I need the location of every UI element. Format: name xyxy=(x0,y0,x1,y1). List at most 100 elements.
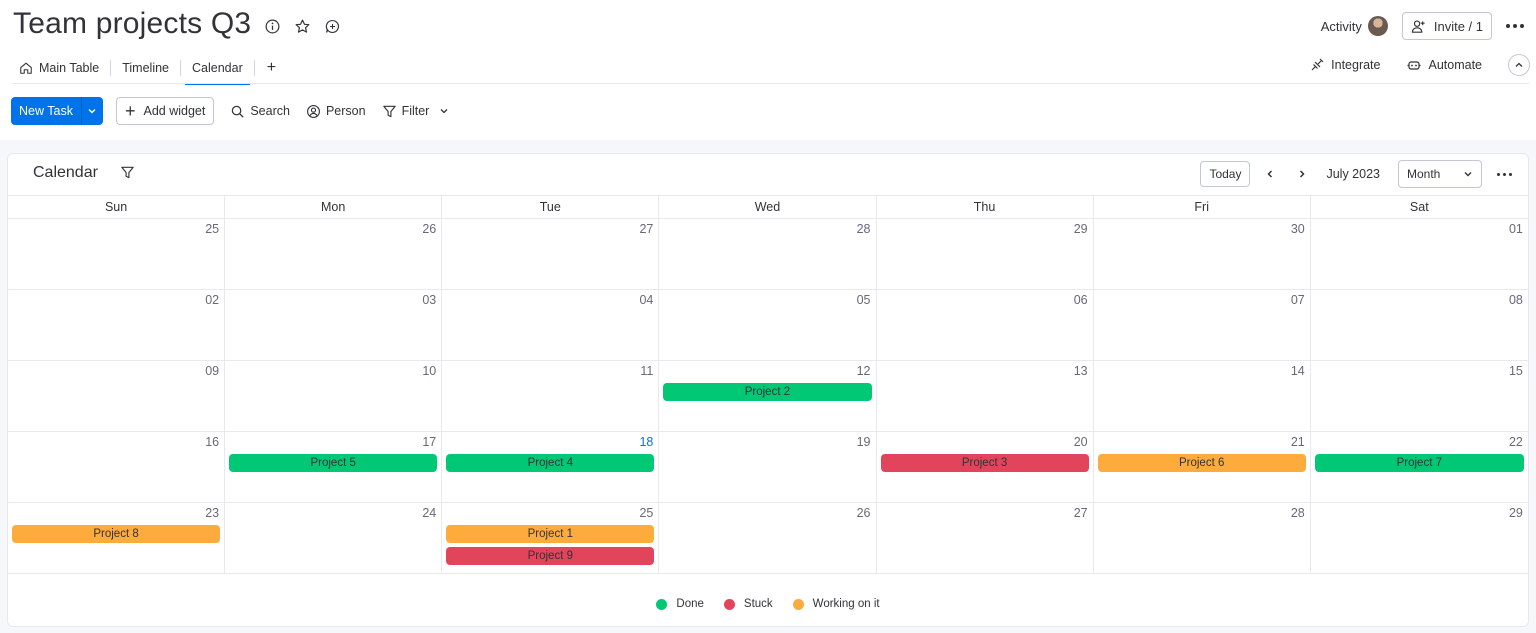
calendar-day-cell[interactable]: 05 xyxy=(659,290,877,360)
board-title-icons xyxy=(262,16,342,36)
legend-color-dot xyxy=(792,598,804,610)
calendar-day-cell[interactable]: 29 xyxy=(877,219,1094,289)
legend-label: Done xyxy=(676,598,704,610)
tab-label: Timeline xyxy=(122,61,170,75)
calendar-event[interactable]: Project 3 xyxy=(880,454,1089,472)
calendar-day-cell[interactable]: 25 xyxy=(8,219,226,289)
today-button[interactable]: Today xyxy=(1200,161,1251,187)
calendar-event[interactable]: Project 8 xyxy=(12,525,221,543)
day-events: Project 7 xyxy=(1314,454,1524,472)
star-icon[interactable] xyxy=(292,16,312,36)
day-number: 18 xyxy=(639,435,654,449)
calendar-event[interactable]: Project 5 xyxy=(229,454,438,472)
weekday-header: Thu xyxy=(877,196,1094,218)
automate-button[interactable]: Automate xyxy=(1406,57,1482,73)
add-view-button[interactable]: + xyxy=(259,59,284,77)
calendar-day-cell[interactable]: 28 xyxy=(1094,503,1311,573)
legend-item-stuck: Stuck xyxy=(723,598,773,610)
day-number: 14 xyxy=(1290,364,1305,378)
search-button[interactable]: Search xyxy=(230,104,290,119)
person-filter-button[interactable]: Person xyxy=(306,104,366,119)
calendar-event[interactable]: Project 4 xyxy=(446,454,655,472)
day-number: 12 xyxy=(856,364,871,378)
calendar-day-cell[interactable]: 04 xyxy=(442,290,660,360)
calendar-day-cell[interactable]: 12 Project 2 xyxy=(659,361,877,431)
integrate-button[interactable]: Integrate xyxy=(1309,57,1380,73)
calendar-day-cell[interactable]: 10 xyxy=(225,361,443,431)
invite-button[interactable]: Invite / 1 xyxy=(1401,12,1492,40)
activity-button[interactable]: Activity xyxy=(1321,16,1388,36)
legend-item-working: Working on it xyxy=(792,598,880,610)
legend-item-done: Done xyxy=(656,598,704,610)
calendar-filter-icon[interactable] xyxy=(120,165,135,185)
calendar-day-cell[interactable]: 25 Project 1 Project 9 xyxy=(442,503,660,573)
day-number: 16 xyxy=(205,435,220,449)
calendar-event[interactable]: Project 6 xyxy=(1097,454,1306,472)
calendar-event[interactable]: Project 7 xyxy=(1314,454,1524,472)
person-icon xyxy=(306,104,320,118)
calendar-day-cell[interactable]: 18 Project 4 xyxy=(442,432,660,502)
calendar-day-cell[interactable]: 22 Project 7 xyxy=(1311,432,1528,502)
weekday-header-row: Sun Mon Tue Wed Thu Fri Sat xyxy=(8,195,1528,219)
add-widget-button[interactable]: + Add widget xyxy=(115,97,215,125)
view-mode-select[interactable]: Month xyxy=(1398,160,1482,188)
calendar-day-cell[interactable]: 02 xyxy=(8,290,226,360)
calendar-event[interactable]: Project 1 xyxy=(446,525,655,543)
calendar-day-cell[interactable]: 16 xyxy=(8,432,226,502)
calendar-day-cell[interactable]: 07 xyxy=(1094,290,1311,360)
day-number: 06 xyxy=(1073,293,1088,307)
next-month-button[interactable] xyxy=(1290,162,1314,186)
day-number: 29 xyxy=(1508,506,1523,520)
calendar-day-cell[interactable]: 09 xyxy=(8,361,226,431)
calendar-day-cell[interactable]: 24 xyxy=(225,503,443,573)
day-events: Project 1 Project 9 xyxy=(446,525,655,565)
new-task-button[interactable]: New Task xyxy=(11,97,103,125)
calendar-event[interactable]: Project 9 xyxy=(446,547,655,565)
calendar-day-cell[interactable]: 28 xyxy=(659,219,877,289)
calendar-day-cell[interactable]: 13 xyxy=(877,361,1094,431)
calendar-event[interactable]: Project 2 xyxy=(663,383,872,401)
tab-calendar[interactable]: Calendar xyxy=(185,53,250,85)
calendar-day-cell[interactable]: 08 xyxy=(1311,290,1528,360)
calendar-day-cell[interactable]: 26 xyxy=(659,503,877,573)
legend-color-dot xyxy=(723,598,735,610)
chat-icon[interactable] xyxy=(322,16,342,36)
calendar-day-cell[interactable]: 23 Project 8 xyxy=(8,503,226,573)
board-more-icon[interactable] xyxy=(1504,24,1526,28)
calendar-day-cell[interactable]: 17 Project 5 xyxy=(225,432,443,502)
add-widget-label: Add widget xyxy=(143,104,206,118)
day-number: 04 xyxy=(639,293,654,307)
calendar-day-cell[interactable]: 06 xyxy=(877,290,1094,360)
activity-label: Activity xyxy=(1320,18,1362,34)
calendar-day-cell[interactable]: 27 xyxy=(442,219,660,289)
prev-month-button[interactable] xyxy=(1258,162,1282,186)
calendar-day-cell[interactable]: 21 Project 6 xyxy=(1094,432,1311,502)
day-number: 28 xyxy=(856,222,871,236)
chevron-down-icon[interactable] xyxy=(439,106,449,116)
calendar-day-cell[interactable]: 26 xyxy=(225,219,443,289)
filter-button[interactable]: Filter xyxy=(382,104,450,119)
calendar-more-icon[interactable] xyxy=(1494,172,1514,176)
calendar-day-cell[interactable]: 20 Project 3 xyxy=(877,432,1094,502)
new-task-dropdown[interactable] xyxy=(80,97,103,125)
collapse-header-button[interactable] xyxy=(1508,54,1530,76)
day-number: 01 xyxy=(1508,222,1523,236)
calendar-day-cell[interactable]: 03 xyxy=(225,290,443,360)
calendar-day-cell[interactable]: 19 xyxy=(659,432,877,502)
info-icon[interactable] xyxy=(262,16,282,36)
calendar-day-cell[interactable]: 14 xyxy=(1094,361,1311,431)
calendar-day-cell[interactable]: 11 xyxy=(442,361,660,431)
calendar-day-cell[interactable]: 29 xyxy=(1311,503,1528,573)
calendar-day-cell[interactable]: 27 xyxy=(877,503,1094,573)
calendar-day-cell[interactable]: 01 xyxy=(1311,219,1528,289)
calendar-day-cell[interactable]: 15 xyxy=(1311,361,1528,431)
tab-timeline[interactable]: Timeline xyxy=(115,53,176,83)
tab-main-table[interactable]: Main Table xyxy=(12,53,106,83)
calendar-week-row: 16 17 Project 5 18 Project 4 19 20 Project 3 21 P… xyxy=(8,432,1528,503)
board-title[interactable]: Team projects Q3 xyxy=(13,7,251,41)
calendar-day-cell[interactable]: 30 xyxy=(1094,219,1311,289)
weekday-header: Fri xyxy=(1094,196,1311,218)
plus-icon: + xyxy=(124,101,136,121)
tab-label: Main Table xyxy=(39,61,100,75)
filter-icon xyxy=(382,105,396,117)
